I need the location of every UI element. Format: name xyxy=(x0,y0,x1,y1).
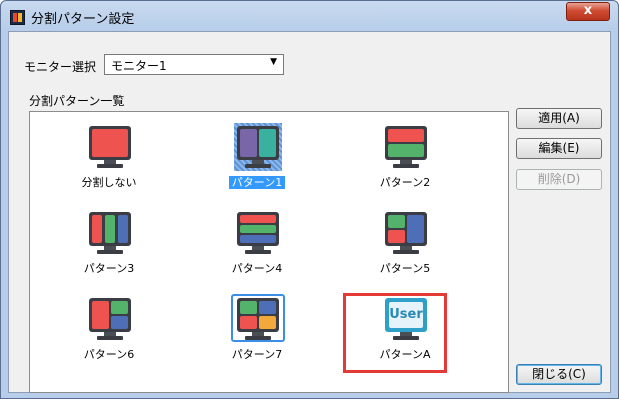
apply-button[interactable]: 適用(A) xyxy=(516,108,602,129)
monitor-icon xyxy=(385,212,427,256)
chevron-down-icon: ▼ xyxy=(270,57,277,67)
monitor-icon xyxy=(89,212,131,256)
edit-button[interactable]: 編集(E) xyxy=(516,138,602,159)
pattern-item-none[interactable]: 分割しない xyxy=(49,120,169,204)
pattern-item-7[interactable]: パターン7 xyxy=(197,292,317,376)
app-icon xyxy=(10,10,25,25)
close-window-button[interactable]: x xyxy=(566,2,610,21)
title-bar[interactable]: 分割パターン設定 x xyxy=(1,1,618,31)
pattern-label: パターン3 xyxy=(83,262,135,275)
pattern-label: パターンA xyxy=(379,348,431,361)
monitor-icon xyxy=(89,126,131,170)
pattern-item-a[interactable]: User パターンA xyxy=(345,292,465,376)
monitor-icon xyxy=(237,298,279,342)
monitor-select-dropdown[interactable]: モニター1 ▼ xyxy=(104,54,284,75)
pattern-label: パターン6 xyxy=(83,348,135,361)
monitor-icon xyxy=(237,212,279,256)
pattern-item-1[interactable]: パターン1 xyxy=(197,120,317,204)
user-layout-icon: User xyxy=(385,298,427,342)
window-title: 分割パターン設定 xyxy=(31,12,135,27)
pattern-item-2[interactable]: パターン2 xyxy=(345,120,465,204)
monitor-select-label: モニター選択 xyxy=(24,60,97,74)
pattern-label: 分割しない xyxy=(81,176,137,189)
dialog-client-area: モニター選択 モニター1 ▼ 分割パターン一覧 分割しない パターン1 パターン… xyxy=(8,31,611,393)
delete-button[interactable]: 削除(D) xyxy=(516,169,602,190)
pattern-list-label: 分割パターン一覧 xyxy=(29,94,125,108)
monitor-icon xyxy=(237,126,279,170)
close-icon: x xyxy=(583,3,593,18)
monitor-select-value: モニター1 xyxy=(111,59,167,73)
pattern-list[interactable]: 分割しない パターン1 パターン2 パターン3 パターン4 パターン5 パターン… xyxy=(29,111,509,393)
pattern-label: パターン1 xyxy=(197,174,317,190)
pattern-item-6[interactable]: パターン6 xyxy=(49,292,169,376)
pattern-item-3[interactable]: パターン3 xyxy=(49,206,169,290)
monitor-icon xyxy=(385,126,427,170)
pattern-label: パターン4 xyxy=(231,262,283,275)
pattern-label: パターン5 xyxy=(379,262,431,275)
close-button[interactable]: 閉じる(C) xyxy=(516,364,602,385)
pattern-label: パターン2 xyxy=(379,176,431,189)
dialog-window: 分割パターン設定 x モニター選択 モニター1 ▼ 分割パターン一覧 分割しない xyxy=(0,0,619,399)
monitor-icon xyxy=(89,298,131,342)
pattern-item-4[interactable]: パターン4 xyxy=(197,206,317,290)
pattern-item-5[interactable]: パターン5 xyxy=(345,206,465,290)
pattern-label: パターン7 xyxy=(231,348,283,361)
